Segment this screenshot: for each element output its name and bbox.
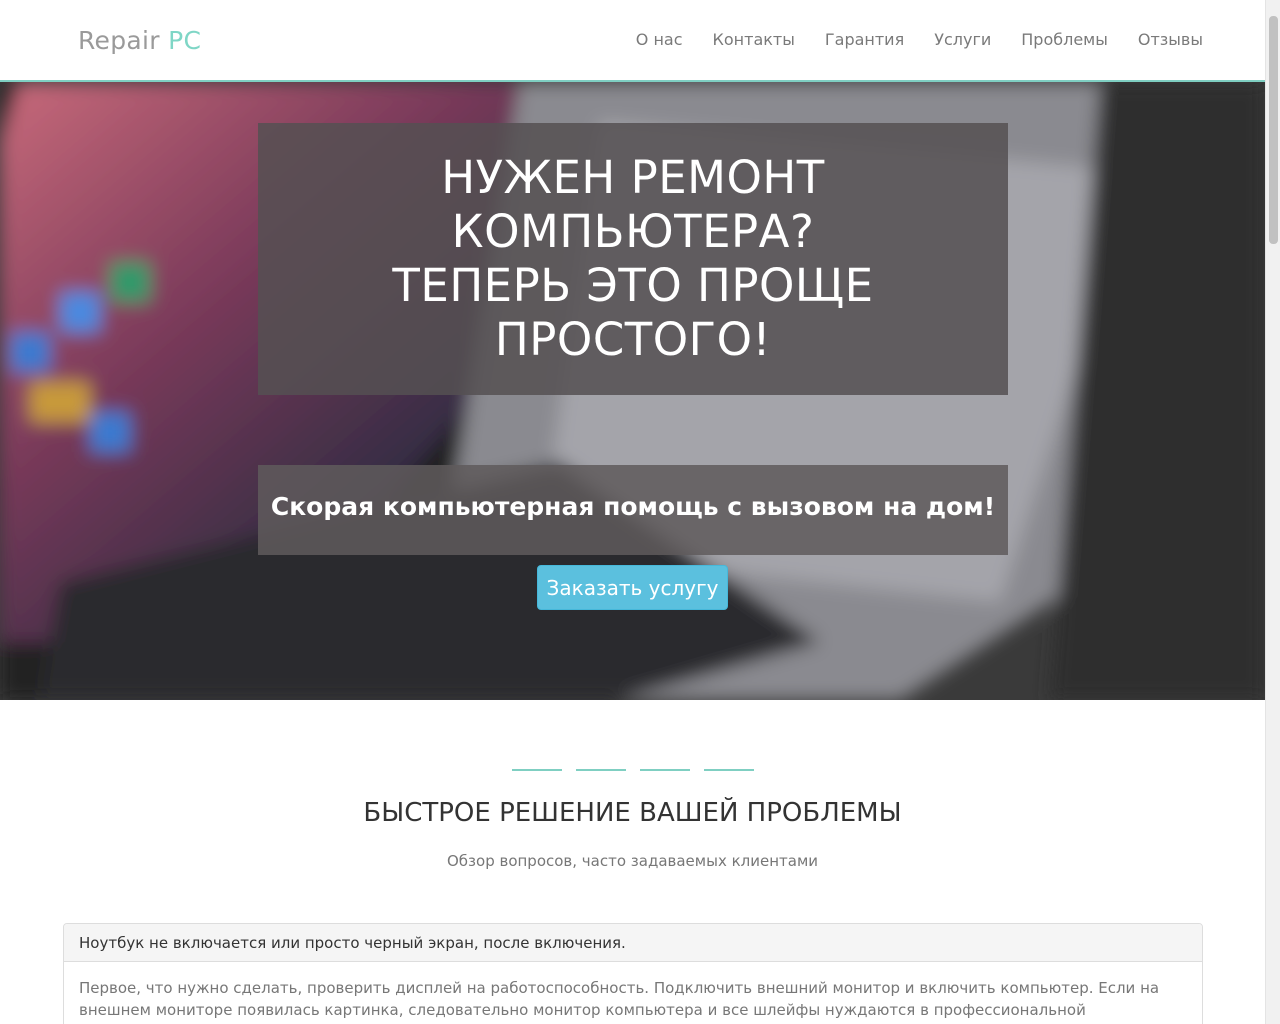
hero-subtitle-box: Скорая компьютерная помощь с вызовом на …: [258, 465, 1008, 555]
brand-main: Repair: [78, 26, 160, 55]
nav-link-about[interactable]: О нас: [636, 30, 683, 49]
section-title: БЫСТРОЕ РЕШЕНИЕ ВАШЕЙ ПРОБЛЕМЫ: [363, 798, 902, 828]
divider-line: [704, 769, 754, 771]
section-dividers: [512, 769, 754, 771]
brand-logo[interactable]: Repair PC: [78, 26, 201, 55]
nav-link-warranty[interactable]: Гарантия: [825, 30, 904, 49]
hero-title-box: НУЖЕН РЕМОНТ КОМПЬЮТЕРА? ТЕПЕРЬ ЭТО ПРОЩ…: [258, 123, 1008, 395]
order-service-button[interactable]: Заказать услугу: [537, 565, 728, 610]
hero-section: НУЖЕН РЕМОНТ КОМПЬЮТЕРА? ТЕПЕРЬ ЭТО ПРОЩ…: [0, 82, 1265, 700]
divider-line: [512, 769, 562, 771]
hero-title-line-2: КОМПЬЮТЕРА?: [451, 205, 815, 258]
main-nav: О нас Контакты Гарантия Услуги Проблемы …: [636, 30, 1203, 49]
faq-panel: Ноутбук не включается или просто черный …: [63, 923, 1203, 1024]
brand-accent: PC: [168, 26, 202, 55]
hero-title-line-3: ТЕПЕРЬ ЭТО ПРОЩЕ: [392, 259, 874, 312]
hero-subtitle: Скорая компьютерная помощь с вызовом на …: [270, 492, 996, 521]
nav-link-services[interactable]: Услуги: [934, 30, 991, 49]
nav-link-problems[interactable]: Проблемы: [1021, 30, 1108, 49]
page-scrollbar[interactable]: [1265, 0, 1280, 1024]
scrollbar-thumb[interactable]: [1269, 16, 1278, 244]
faq-answer: Первое, что нужно сделать, проверить дис…: [79, 979, 1160, 1024]
divider-line: [576, 769, 626, 771]
divider-line: [640, 769, 690, 771]
hero-title-line-4: ПРОСТОГО!: [494, 313, 772, 366]
section-subtitle: Обзор вопросов, часто задаваемых клиента…: [446, 852, 819, 870]
hero-title: НУЖЕН РЕМОНТ КОМПЬЮТЕРА? ТЕПЕРЬ ЭТО ПРОЩ…: [258, 151, 1008, 367]
nav-link-contacts[interactable]: Контакты: [713, 30, 795, 49]
navbar: Repair PC О нас Контакты Гарантия Услуги…: [0, 0, 1265, 82]
hero-title-line-1: НУЖЕН РЕМОНТ: [441, 151, 825, 204]
nav-link-reviews[interactable]: Отзывы: [1138, 30, 1203, 49]
faq-question[interactable]: Ноутбук не включается или просто черный …: [64, 924, 1202, 962]
